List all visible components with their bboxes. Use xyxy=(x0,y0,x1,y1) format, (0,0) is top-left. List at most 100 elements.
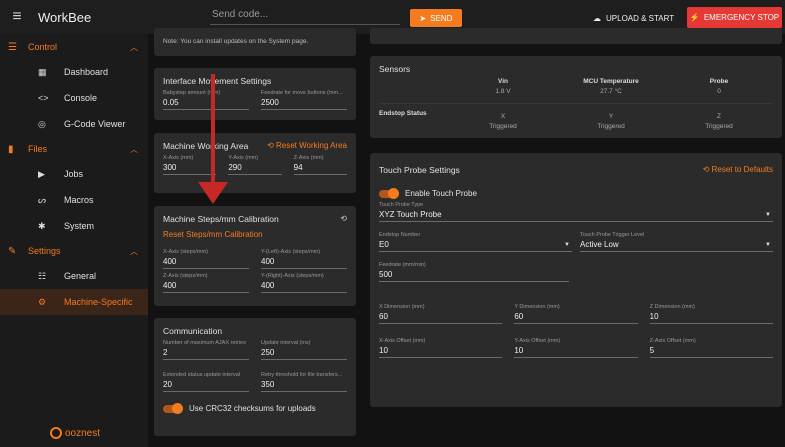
endstop-number-value: E0 xyxy=(379,240,572,252)
x-offset-label: X-Axis Offset (mm) xyxy=(379,338,426,344)
cloud-upload-icon: ☁ xyxy=(593,13,601,23)
trigger-level-select[interactable]: Touch Probe Trigger Level Active Low ▼ xyxy=(580,228,773,252)
upload-start-button[interactable]: ☁ UPLOAD & START xyxy=(593,9,674,27)
emergency-stop-button[interactable]: ⚡ EMERGENCY STOP xyxy=(687,7,782,28)
update-interval-label: Update interval (ms) xyxy=(261,340,311,346)
y-dimension-input[interactable]: 60 xyxy=(514,312,638,324)
sidebar-item-gcode-viewer[interactable]: ◎ G-Code Viewer xyxy=(0,111,148,137)
note-card: Note: You can install updates on the Sys… xyxy=(154,28,356,56)
x-dimension-input[interactable]: 60 xyxy=(379,312,503,324)
reset-defaults-button[interactable]: ⟲ Reset to Defaults xyxy=(703,165,773,175)
trigger-level-value: Active Low xyxy=(580,240,773,252)
crc32-toggle[interactable] xyxy=(163,402,183,414)
nav-group-files[interactable]: ▮ Files ︿ xyxy=(0,137,148,161)
endstop-x-value: Triggered xyxy=(489,123,517,130)
z-offset-label: Z-Axis Offset (mm) xyxy=(649,338,696,344)
interface-settings-card: Interface Movement Settings Babystep amo… xyxy=(154,68,356,120)
sidebar-item-general[interactable]: ☷ General xyxy=(0,263,148,289)
z-steps-label: Z-Axis (steps/mm) xyxy=(163,273,208,279)
y-axis-input[interactable]: 290 xyxy=(228,163,282,175)
nav-group-control[interactable]: ☰ Control ︿ xyxy=(0,35,148,59)
menu-icon[interactable]: ≡ xyxy=(0,8,34,26)
endstop-number-select[interactable]: Endstop Number E0 ▼ xyxy=(379,228,572,252)
feedrate-input[interactable]: 2500 xyxy=(261,98,347,110)
endstop-y-label: Y xyxy=(608,113,614,120)
crc32-label: Use CRC32 checksums for uploads xyxy=(189,404,316,413)
machine-icon: ⚙ xyxy=(38,296,47,307)
z-offset-input[interactable]: 5 xyxy=(649,346,773,358)
endstop-x-label: X xyxy=(500,113,506,120)
sliders-icon: ☰ xyxy=(8,41,17,53)
x-offset-input[interactable]: 10 xyxy=(379,346,503,358)
reset-steps-button[interactable]: Reset Steps/mm Calibration xyxy=(163,230,347,239)
sidebar-item-label: General xyxy=(64,271,97,281)
send-label: SEND xyxy=(430,13,453,23)
main-content: Note: You can install updates on the Sys… xyxy=(148,28,785,447)
sidebar-item-dashboard[interactable]: ▦ Dashboard xyxy=(0,59,148,85)
send-button[interactable]: ➤ SEND xyxy=(410,9,462,27)
communication-card: Communication Number of maximum AJAX ret… xyxy=(154,318,356,436)
y-offset-label: Y-Axis Offset (mm) xyxy=(514,338,561,344)
card-title: Touch Probe Settings xyxy=(379,165,460,175)
sidebar-item-macros[interactable]: ᔕ Macros xyxy=(0,187,148,213)
nav-group-label: Files xyxy=(28,144,48,154)
reset-icon: ⟲ xyxy=(267,141,276,150)
z-dimension-input[interactable]: 10 xyxy=(649,312,773,324)
probe-value: 0 xyxy=(717,88,721,95)
sidebar-item-jobs[interactable]: ▶ Jobs xyxy=(0,161,148,187)
top-right-card xyxy=(370,28,782,44)
x-dimension-label: X Dimension (mm) xyxy=(379,304,425,310)
chevron-up-icon: ︿ xyxy=(130,246,138,256)
sidebar-item-label: System xyxy=(64,221,95,231)
touch-probe-card: Touch Probe Settings ⟲ Reset to Defaults… xyxy=(370,153,782,407)
working-area-card: Machine Working Area ⟲ Reset Working Are… xyxy=(154,133,356,193)
sensors-card: Sensors Vin MCU Temperature Probe 1.8 V … xyxy=(370,56,782,138)
z-axis-input[interactable]: 94 xyxy=(293,163,347,175)
dashboard-icon: ▦ xyxy=(38,66,47,77)
endstop-number-label: Endstop Number xyxy=(379,232,421,238)
mcu-temp-value: 27.7 °C xyxy=(600,88,622,95)
sidebar-item-system[interactable]: ✱ System xyxy=(0,213,148,239)
estop-label: EMERGENCY STOP xyxy=(703,13,780,22)
reset-working-area-button[interactable]: ⟲ Reset Working Area xyxy=(267,141,347,151)
nav-group-label: Settings xyxy=(28,246,61,256)
sidebar-item-label: Machine-Specific xyxy=(64,297,133,307)
red-down-arrow xyxy=(198,74,228,204)
send-code-input[interactable]: Send code... xyxy=(210,9,400,25)
nav-group-settings[interactable]: ✎ Settings ︿ xyxy=(0,239,148,263)
sidebar-item-machine-specific[interactable]: ⚙ Machine-Specific xyxy=(0,289,148,315)
y-left-steps-label: Y-(Left)-Axis (steps/mm) xyxy=(261,249,321,255)
lightning-icon: ⚡ xyxy=(689,13,700,22)
retry-threshold-input[interactable]: 350 xyxy=(261,380,347,392)
reset-icon[interactable]: ⟲ xyxy=(340,214,347,224)
y-right-steps-input[interactable]: 400 xyxy=(261,281,347,293)
ajax-retries-input[interactable]: 2 xyxy=(163,348,249,360)
send-icon: ➤ xyxy=(419,13,427,23)
chevron-up-icon: ︿ xyxy=(130,144,138,154)
ooznest-logo: ooznest xyxy=(50,427,100,439)
y-offset-input[interactable]: 10 xyxy=(514,346,638,358)
ajax-retries-label: Number of maximum AJAX retries xyxy=(163,340,246,346)
extended-interval-input[interactable]: 20 xyxy=(163,380,249,392)
enable-probe-toggle[interactable] xyxy=(379,187,399,199)
x-steps-input[interactable]: 400 xyxy=(163,257,249,269)
play-icon: ▶ xyxy=(38,168,45,179)
sidebar-item-console[interactable]: <> Console xyxy=(0,85,148,111)
mcu-temp-label: MCU Temperature xyxy=(583,78,639,85)
nav-group-label: Control xyxy=(28,42,58,52)
feedrate-input[interactable]: 500 xyxy=(379,270,569,282)
card-title: Machine Steps/mm Calibration xyxy=(163,214,279,224)
macro-icon: ᔕ xyxy=(38,194,47,205)
sidebar: ☰ Control ︿ ▦ Dashboard <> Console ◎ G-Code V… xyxy=(0,34,148,447)
z-dimension-label: Z Dimension (mm) xyxy=(649,304,695,310)
probe-type-label: Touch Probe Type xyxy=(379,202,424,208)
vin-label: Vin xyxy=(498,78,508,85)
y-left-steps-input[interactable]: 400 xyxy=(261,257,347,269)
code-icon: <> xyxy=(38,93,49,103)
z-steps-input[interactable]: 400 xyxy=(163,281,249,293)
endstop-z-value: Triggered xyxy=(705,123,733,130)
update-interval-input[interactable]: 250 xyxy=(261,348,347,360)
probe-type-select[interactable]: Touch Probe Type XYZ Touch Probe ▼ xyxy=(379,202,773,222)
feedrate-label: Feedrate (mm/min) xyxy=(379,262,426,268)
endstop-status-label: Endstop Status xyxy=(379,110,427,117)
